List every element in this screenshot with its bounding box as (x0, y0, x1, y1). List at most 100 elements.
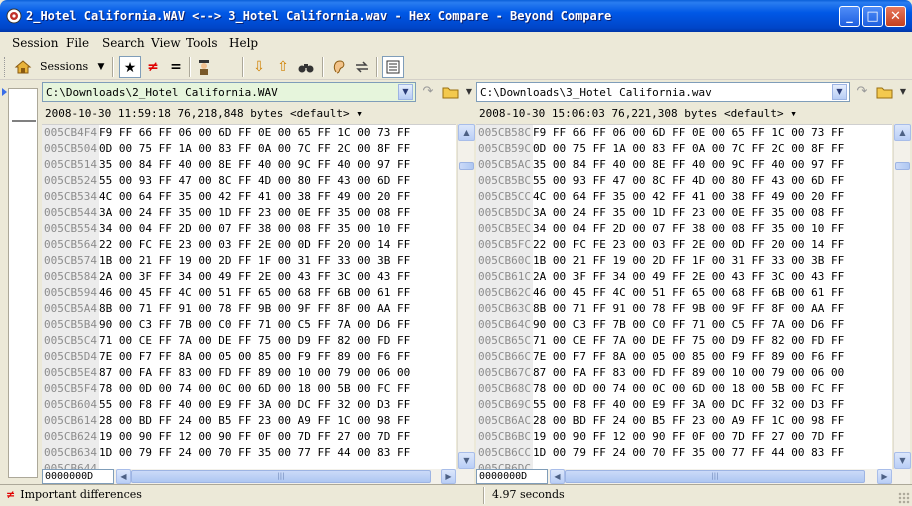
right-scroll-right-icon[interactable]: ▶ (877, 469, 892, 484)
hex-row-bytes[interactable]: 19 00 90 FF 12 00 90 FF 0F 00 7D FF 27 0… (533, 430, 844, 443)
hex-row-bytes[interactable]: ... (533, 462, 553, 469)
hex-row-bytes[interactable]: 3A 00 24 FF 35 00 1D FF 23 00 0E FF 35 0… (99, 206, 410, 219)
right-swap-path-icon[interactable]: ↷ (851, 82, 873, 102)
hex-row-bytes[interactable]: F9 FF 66 FF 06 00 6D FF 0E 00 65 FF 1C 0… (99, 126, 410, 139)
right-scroll-down-icon[interactable]: ▼ (894, 452, 911, 469)
menu-search[interactable]: Search (102, 36, 145, 50)
next-difference-icon[interactable]: ⇩ (248, 56, 270, 78)
hex-row[interactable]: 005CB6BC 19 00 90 FF 12 00 90 FF 0F 00 7D… (476, 429, 844, 445)
hex-row[interactable]: 005CB67C 87 00 FA FF 83 00 FD FF 89 00 10… (476, 365, 844, 381)
hex-row-bytes[interactable]: 22 00 FC FE 23 00 03 FF 2E 00 0D FF 20 0… (533, 238, 844, 251)
menu-help[interactable]: Help (229, 36, 258, 50)
left-hex-view[interactable]: 005CB4F4 F9 FF 66 FF 06 00 6D FF 0E 00 65… (42, 124, 456, 469)
hex-row[interactable]: 005CB5A4 8B 00 71 FF 91 00 78 FF 9B 00 9F… (42, 301, 410, 317)
hex-row[interactable]: 005CB5E4 87 00 FA FF 83 00 FD FF 89 00 10… (42, 365, 410, 381)
hex-row-bytes[interactable]: 46 00 45 FF 4C 00 51 FF 65 00 68 FF 6B 0… (99, 286, 410, 299)
right-scroll-left-icon[interactable]: ◀ (550, 469, 565, 484)
left-swap-path-icon[interactable]: ↷ (417, 82, 439, 102)
hex-row-bytes[interactable]: 2A 00 3F FF 34 00 49 FF 2E 00 43 FF 3C 0… (533, 270, 844, 283)
hex-row-bytes[interactable]: 2A 00 3F FF 34 00 49 FF 2E 00 43 FF 3C 0… (99, 270, 410, 283)
hex-row[interactable]: 005CB63C 8B 00 71 FF 91 00 78 FF 9B 00 9F… (476, 301, 844, 317)
hex-row[interactable]: 005CB66C 7E 00 F7 FF 8A 00 05 00 85 00 F9… (476, 349, 844, 365)
hex-row[interactable]: 005CB544 3A 00 24 FF 35 00 1D FF 23 00 0E… (42, 205, 410, 221)
hex-row-bytes[interactable]: 19 00 90 FF 12 00 90 FF 0F 00 7D FF 27 0… (99, 430, 410, 443)
left-address-box[interactable]: 0000000D (42, 469, 114, 484)
hex-row[interactable]: 005CB614 28 00 BD FF 24 00 B5 FF 23 00 A9… (42, 413, 410, 429)
overview-thumbnail[interactable] (8, 88, 38, 478)
hex-row-bytes[interactable]: 55 00 F8 FF 40 00 E9 FF 3A 00 DC FF 32 0… (99, 398, 410, 411)
hex-row-bytes[interactable]: 1B 00 21 FF 19 00 2D FF 1F 00 31 FF 33 0… (533, 254, 844, 267)
show-differences-button[interactable]: ≠ (142, 56, 164, 78)
hex-row-bytes[interactable]: 55 00 93 FF 47 00 8C FF 4D 00 80 FF 43 0… (99, 174, 410, 187)
menu-session[interactable]: Session (12, 36, 58, 50)
hex-row-bytes[interactable]: 35 00 84 FF 40 00 8E FF 40 00 9C FF 40 0… (99, 158, 410, 171)
hex-row-bytes[interactable]: 34 00 04 FF 2D 00 07 FF 38 00 08 FF 35 0… (533, 222, 844, 235)
hex-row-bytes[interactable]: 1B 00 21 FF 19 00 2D FF 1F 00 31 FF 33 0… (99, 254, 410, 267)
hex-row-bytes[interactable]: 8B 00 71 FF 91 00 78 FF 9B 00 9F FF 8F 0… (533, 302, 844, 315)
hex-row[interactable]: 005CB564 22 00 FC FE 23 00 03 FF 2E 00 0D… (42, 237, 410, 253)
hex-row[interactable]: 005CB69C 55 00 F8 FF 40 00 E9 FF 3A 00 DC… (476, 397, 844, 413)
right-scroll-thumb[interactable] (895, 162, 910, 170)
hex-row[interactable]: 005CB554 34 00 04 FF 2D 00 07 FF 38 00 08… (42, 221, 410, 237)
hex-row[interactable]: 005CB5AC 35 00 84 FF 40 00 8E FF 40 00 9C… (476, 157, 844, 173)
hex-row[interactable]: 005CB574 1B 00 21 FF 19 00 2D FF 1F 00 31… (42, 253, 410, 269)
right-address-box[interactable]: 0000000D (476, 469, 548, 484)
hex-row-bytes[interactable]: 28 00 BD FF 24 00 B5 FF 23 00 A9 FF 1C 0… (99, 414, 410, 427)
hex-row-bytes[interactable]: 55 00 F8 FF 40 00 E9 FF 3A 00 DC FF 32 0… (533, 398, 844, 411)
hex-row[interactable]: 005CB64C 90 00 C3 FF 7B 00 C0 FF 71 00 C5… (476, 317, 844, 333)
previous-difference-icon[interactable]: ⇧ (272, 56, 294, 78)
maximize-button[interactable]: □ (862, 6, 883, 27)
hex-row[interactable]: 005CB5C4 71 00 CE FF 7A 00 DE FF 75 00 D9… (42, 333, 410, 349)
hex-row-bytes[interactable]: 0D 00 75 FF 1A 00 83 FF 0A 00 7C FF 2C 0… (533, 142, 844, 155)
hex-row[interactable]: 005CB6AC 28 00 BD FF 24 00 B5 FF 23 00 A9… (476, 413, 844, 429)
hex-row-bytes[interactable]: 90 00 C3 FF 7B 00 C0 FF 71 00 C5 FF 7A 0… (533, 318, 844, 331)
left-scroll-left-icon[interactable]: ◀ (116, 469, 131, 484)
left-scroll-right-icon[interactable]: ▶ (441, 469, 456, 484)
close-button[interactable]: ✕ (885, 6, 906, 27)
left-scroll-down-icon[interactable]: ▼ (458, 452, 475, 469)
hex-row-bytes[interactable]: 4C 00 64 FF 35 00 42 FF 41 00 38 FF 49 0… (533, 190, 844, 203)
realign-ear-icon[interactable] (328, 56, 350, 78)
hex-row[interactable]: 005CB5BC 55 00 93 FF 47 00 8C FF 4D 00 80… (476, 173, 844, 189)
toolbar-grip[interactable] (4, 57, 7, 77)
left-path-input[interactable]: C:\Downloads\2_Hotel California.WAV ▼ (42, 82, 416, 102)
show-all-button[interactable]: ★ (119, 56, 141, 78)
hex-row[interactable]: 005CB514 35 00 84 FF 40 00 8E FF 40 00 9C… (42, 157, 410, 173)
resize-grip-icon[interactable] (898, 492, 910, 504)
hex-row[interactable]: 005CB5CC 4C 00 64 FF 35 00 42 FF 41 00 38… (476, 189, 844, 205)
hex-row[interactable]: 005CB61C 2A 00 3F FF 34 00 49 FF 2E 00 43… (476, 269, 844, 285)
hex-row[interactable]: 005CB634 1D 00 79 FF 24 00 70 FF 35 00 77… (42, 445, 410, 461)
hex-row[interactable]: 005CB624 19 00 90 FF 12 00 90 FF 0F 00 7D… (42, 429, 410, 445)
hex-row[interactable]: 005CB6DC... (476, 461, 553, 469)
right-hex-view[interactable]: 005CB58C F9 FF 66 FF 06 00 6D FF 0E 00 65… (476, 124, 892, 469)
hex-row-bytes[interactable]: 78 00 0D 00 74 00 0C 00 6D 00 18 00 5B 0… (533, 382, 844, 395)
hex-row-bytes[interactable]: 35 00 84 FF 40 00 8E FF 40 00 9C FF 40 0… (533, 158, 844, 171)
right-path-input[interactable]: C:\Downloads\3_Hotel California.wav ▼ (476, 82, 850, 102)
hex-row[interactable]: 005CB59C 0D 00 75 FF 1A 00 83 FF 0A 00 7C… (476, 141, 844, 157)
sessions-label[interactable]: Sessions (40, 60, 88, 73)
sessions-dropdown-icon[interactable]: ▼ (90, 56, 112, 78)
hex-row-bytes[interactable]: ... (99, 462, 119, 469)
hex-row-bytes[interactable]: 1D 00 79 FF 24 00 70 FF 35 00 77 FF 44 0… (99, 446, 410, 459)
show-same-button[interactable]: = (165, 56, 187, 78)
difference-overview-gutter[interactable] (0, 82, 40, 484)
hex-row-bytes[interactable]: 34 00 04 FF 2D 00 07 FF 38 00 08 FF 35 0… (99, 222, 410, 235)
menu-tools[interactable]: Tools (186, 36, 218, 50)
hex-row[interactable]: 005CB524 55 00 93 FF 47 00 8C FF 4D 00 80… (42, 173, 410, 189)
hex-row[interactable]: 005CB62C 46 00 45 FF 4C 00 51 FF 65 00 68… (476, 285, 844, 301)
menu-file[interactable]: File (66, 36, 89, 50)
hex-row-bytes[interactable]: 4C 00 64 FF 35 00 42 FF 41 00 38 FF 49 0… (99, 190, 410, 203)
hex-row-bytes[interactable]: 55 00 93 FF 47 00 8C FF 4D 00 80 FF 43 0… (533, 174, 844, 187)
hex-row[interactable]: 005CB504 0D 00 75 FF 1A 00 83 FF 0A 00 7C… (42, 141, 410, 157)
hex-row-bytes[interactable]: 71 00 CE FF 7A 00 DE FF 75 00 D9 FF 82 0… (533, 334, 844, 347)
right-vertical-scrollbar[interactable]: ▲ ▼ (893, 124, 911, 469)
hex-row[interactable]: 005CB6CC 1D 00 79 FF 24 00 70 FF 35 00 77… (476, 445, 844, 461)
right-horizontal-scrollbar[interactable]: 0000000D ◀ ||| ▶ (476, 469, 910, 484)
minimize-button[interactable]: _ (839, 6, 860, 27)
hex-row[interactable]: 005CB60C 1B 00 21 FF 19 00 2D FF 1F 00 31… (476, 253, 844, 269)
right-path-dropdown-icon[interactable]: ▼ (832, 84, 847, 100)
hex-row[interactable]: 005CB584 2A 00 3F FF 34 00 49 FF 2E 00 43… (42, 269, 410, 285)
hex-row-bytes[interactable]: F9 FF 66 FF 06 00 6D FF 0E 00 65 FF 1C 0… (533, 126, 844, 139)
hex-row[interactable]: 005CB4F4 F9 FF 66 FF 06 00 6D FF 0E 00 65… (42, 125, 410, 141)
hex-row-bytes[interactable]: 7E 00 F7 FF 8A 00 05 00 85 00 F9 FF 89 0… (99, 350, 410, 363)
